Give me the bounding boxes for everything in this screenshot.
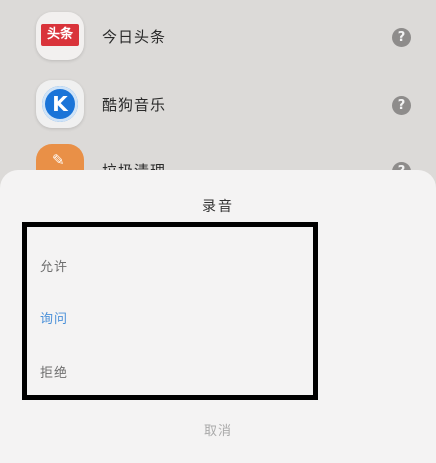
option-allow[interactable]: 允许 bbox=[40, 256, 68, 275]
toutiao-icon-text: 头条 bbox=[41, 24, 79, 46]
broom-glyph: ✎ bbox=[52, 151, 65, 169]
sheet-title: 录音 bbox=[202, 199, 234, 215]
option-deny[interactable]: 拒绝 bbox=[40, 362, 68, 381]
app-row-kugou[interactable]: K 酷狗音乐 ? bbox=[0, 78, 436, 138]
kugou-icon-letter: K bbox=[42, 86, 78, 122]
app-name: 今日头条 bbox=[102, 28, 167, 46]
app-name: 酷狗音乐 bbox=[102, 96, 167, 114]
app-permission-list: 头条 今日头条 ? K 酷狗音乐 ? ✎ 垃圾清理 ? bbox=[0, 0, 436, 190]
help-icon[interactable]: ? bbox=[392, 28, 411, 47]
permission-bottom-sheet: 录音 允许 询问 拒绝 取消 bbox=[0, 170, 436, 463]
option-ask[interactable]: 询问 bbox=[40, 308, 68, 327]
cancel-button[interactable]: 取消 bbox=[0, 420, 436, 439]
help-icon[interactable]: ? bbox=[392, 96, 411, 115]
kugou-icon: K bbox=[36, 80, 84, 128]
toutiao-icon: 头条 bbox=[36, 12, 84, 60]
app-row-toutiao[interactable]: 头条 今日头条 ? bbox=[0, 10, 436, 70]
